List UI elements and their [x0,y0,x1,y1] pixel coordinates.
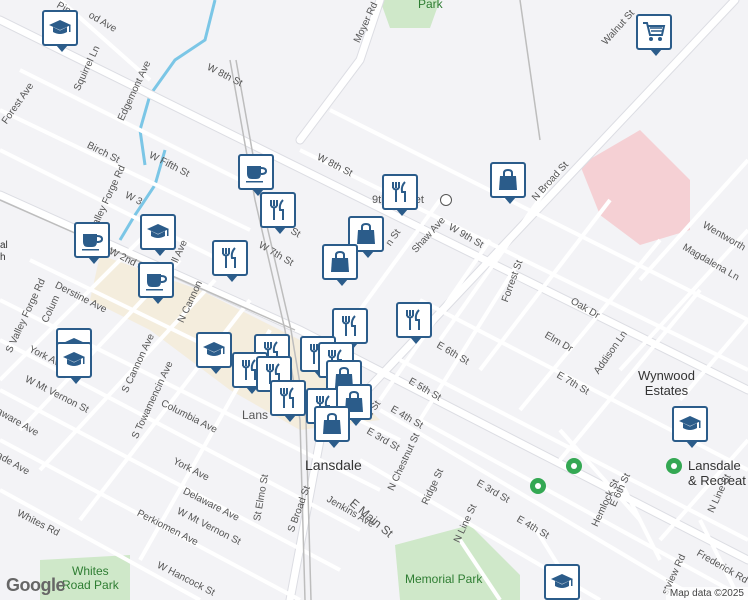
map-marker-shopping[interactable] [322,244,358,286]
place-label-wynwood-estates: Wynwood Estates [638,368,695,398]
park-label-memorial: Memorial Park [405,572,483,586]
map-marker-school[interactable] [42,10,78,52]
map-marker-restaurant[interactable] [270,380,306,422]
park-poi-icon[interactable] [530,478,546,494]
map-marker-restaurant[interactable] [382,174,418,216]
park-label-top: Park [418,0,443,11]
place-label-fragment: al h [0,240,8,263]
place-label-lansdale: Lansdale [305,457,362,473]
map-marker-restaurant[interactable] [260,192,296,234]
map-marker-school[interactable] [140,214,176,256]
park-poi-icon[interactable] [566,458,582,474]
map-marker-school[interactable] [672,406,708,448]
park-poi-icon[interactable] [666,458,682,474]
map-marker-school[interactable] [544,564,580,600]
map-marker-cafe[interactable] [74,222,110,264]
map-marker-restaurant[interactable] [332,308,368,350]
map-attribution[interactable]: Map data ©2025 [665,587,748,600]
stream [138,0,217,166]
map-marker-grocery[interactable] [636,14,672,56]
google-logo: Google [6,575,66,595]
map-marker-school[interactable] [196,332,232,374]
map-marker-shopping[interactable] [314,406,350,448]
park-label-whites: Whites Road Park [62,564,119,592]
map-marker-restaurant[interactable] [212,240,248,282]
map-base-layer [0,0,748,600]
street-label: Lans [242,408,269,422]
train-station-icon[interactable] [440,194,452,206]
map-marker-school[interactable] [56,342,92,384]
map-marker-cafe[interactable] [138,262,174,304]
map-marker-shopping[interactable] [490,162,526,204]
map-canvas[interactable]: Park Memorial Park Whites Road Park Lans… [0,0,748,600]
map-marker-cafe[interactable] [238,154,274,196]
map-marker-restaurant[interactable] [396,302,432,344]
